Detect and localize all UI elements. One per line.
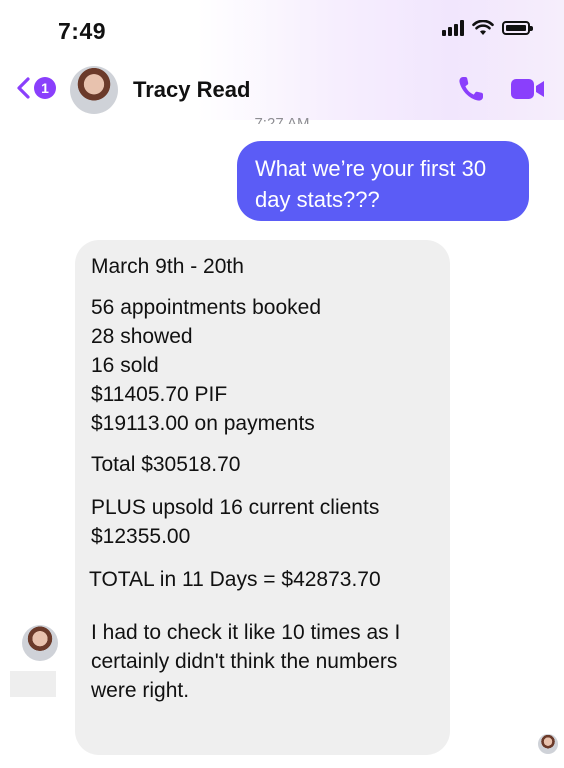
video-camera-icon[interactable] bbox=[510, 76, 546, 102]
sender-avatar[interactable] bbox=[22, 625, 58, 661]
status-bar: 7:49 bbox=[0, 0, 564, 60]
incoming-message-bubble[interactable]: March 9th - 20th 56 appointments booked … bbox=[75, 240, 450, 755]
date-range-text: March 9th - 20th bbox=[91, 255, 244, 278]
stat-line: 16 sold bbox=[91, 354, 159, 377]
signal-icon bbox=[442, 20, 464, 36]
grand-total-text: TOTAL in 11 Days = $42873.70 bbox=[89, 568, 381, 591]
stat-line: $11405.70 PIF bbox=[91, 383, 228, 406]
upsell-amount-text: $12355.00 bbox=[91, 525, 191, 548]
status-icons bbox=[442, 20, 533, 36]
read-receipt-avatar bbox=[538, 734, 558, 754]
upsell-text: PLUS upsold 16 current clients bbox=[91, 496, 380, 519]
closing-text: I had to check it like 10 times as I cer… bbox=[91, 621, 401, 702]
stat-line: $19113.00 on payments bbox=[91, 412, 315, 435]
status-time: 7:49 bbox=[58, 18, 107, 44]
message-timestamp: 7:27 AM bbox=[254, 115, 310, 124]
stat-line: 28 showed bbox=[91, 325, 193, 348]
outgoing-message-bubble[interactable]: What we’re your first 30 day stats??? bbox=[237, 141, 529, 221]
back-button[interactable]: 1 bbox=[14, 76, 56, 100]
back-chevron-icon bbox=[17, 77, 30, 99]
stats-list: 56 appointments booked 28 showed 16 sold… bbox=[91, 293, 434, 438]
wifi-icon bbox=[472, 20, 494, 35]
contact-name[interactable]: Tracy Read bbox=[133, 77, 250, 103]
phone-icon[interactable] bbox=[456, 74, 486, 104]
unread-count-badge: 1 bbox=[34, 77, 56, 99]
battery-icon bbox=[502, 21, 533, 35]
total-text: Total $30518.70 bbox=[91, 453, 241, 476]
blank-placeholder bbox=[10, 671, 56, 697]
contact-avatar[interactable] bbox=[70, 66, 118, 114]
stat-line: 56 appointments booked bbox=[91, 296, 322, 319]
